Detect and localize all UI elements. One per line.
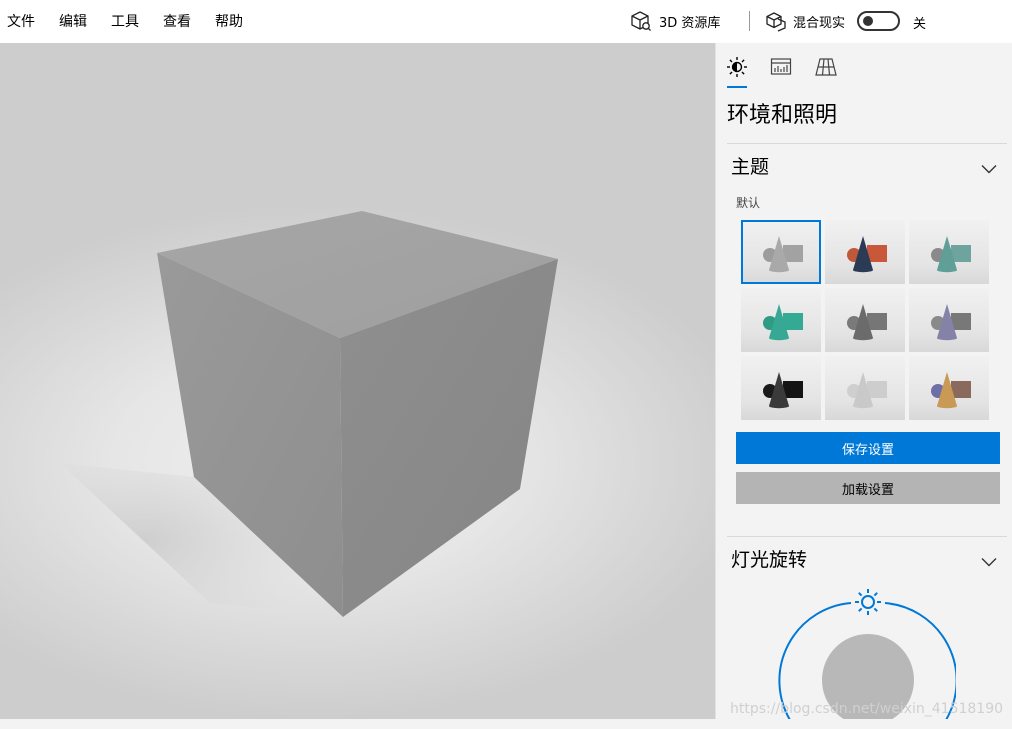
load-settings-button[interactable]: 加载设置 — [736, 472, 1000, 504]
theme-preview — [763, 372, 803, 409]
bottom-strip — [0, 719, 1012, 729]
light-rotation-dial[interactable] — [776, 583, 958, 719]
cube-library-icon — [631, 11, 651, 31]
grid-icon — [815, 58, 837, 76]
mixed-reality-toggle[interactable] — [857, 11, 900, 31]
theme-thumbnail[interactable] — [909, 356, 989, 420]
menu-edit[interactable]: 编辑 — [59, 12, 87, 32]
theme-preview — [763, 236, 803, 273]
theme-thumbnail[interactable] — [741, 356, 821, 420]
environment-panel: 环境和照明 主题 默认 保存设置 加载设置 灯光旋转 — [715, 43, 1012, 719]
tab-active-indicator — [727, 86, 747, 88]
mixed-reality-button[interactable]: 混合现实 — [765, 10, 845, 32]
theme-preview — [847, 304, 887, 341]
theme-preview — [847, 236, 887, 273]
3d-library-label: 3D 资源库 — [659, 15, 721, 31]
menu-help[interactable]: 帮助 — [215, 12, 243, 32]
default-themes-label: 默认 — [736, 196, 761, 210]
toggle-state-label: 关 — [913, 17, 927, 32]
menu-tools[interactable]: 工具 — [111, 12, 139, 32]
menu-bar: 文件 编辑 工具 查看 帮助 3D 资源库 混合现实 关 — [0, 0, 1012, 43]
light-sun-handle-icon[interactable] — [853, 587, 883, 617]
tab-lighting[interactable] — [725, 56, 749, 78]
3d-scene — [60, 211, 558, 617]
theme-preview — [931, 236, 971, 273]
theme-preview — [931, 372, 971, 409]
watermark-text: https://blog.csdn.net/weixin_41518190 — [730, 701, 1004, 717]
theme-grid — [741, 220, 991, 422]
mixed-reality-label: 混合现实 — [793, 15, 846, 31]
theme-thumbnail[interactable] — [825, 356, 905, 420]
theme-thumbnail[interactable] — [741, 220, 821, 284]
theme-preview — [763, 304, 803, 341]
3d-library-button[interactable]: 3D 资源库 — [630, 10, 720, 32]
theme-thumbnail[interactable] — [909, 220, 989, 284]
tab-stats[interactable] — [769, 56, 793, 78]
theme-thumbnail[interactable] — [825, 220, 905, 284]
3d-viewport[interactable] — [0, 43, 715, 719]
divider — [727, 536, 1007, 537]
chevron-down-icon[interactable] — [981, 164, 997, 174]
theme-thumbnail[interactable] — [825, 288, 905, 352]
menu-file[interactable]: 文件 — [7, 12, 35, 32]
mixed-reality-icon — [766, 12, 786, 32]
theme-preview — [931, 304, 971, 341]
toggle-knob — [863, 16, 873, 26]
menu-view[interactable]: 查看 — [163, 12, 191, 32]
theme-section-title[interactable]: 主题 — [731, 154, 769, 180]
theme-thumbnail[interactable] — [909, 288, 989, 352]
theme-preview — [847, 372, 887, 409]
tab-grid[interactable] — [814, 56, 838, 78]
theme-thumbnail[interactable] — [741, 288, 821, 352]
divider — [727, 143, 1007, 144]
chevron-down-icon[interactable] — [981, 557, 997, 567]
panel-title: 环境和照明 — [727, 103, 838, 128]
light-rotation-title[interactable]: 灯光旋转 — [731, 547, 807, 573]
save-settings-button[interactable]: 保存设置 — [736, 432, 1000, 464]
stats-icon — [770, 58, 792, 75]
sun-icon — [727, 57, 747, 77]
toolbar-divider — [749, 11, 750, 31]
